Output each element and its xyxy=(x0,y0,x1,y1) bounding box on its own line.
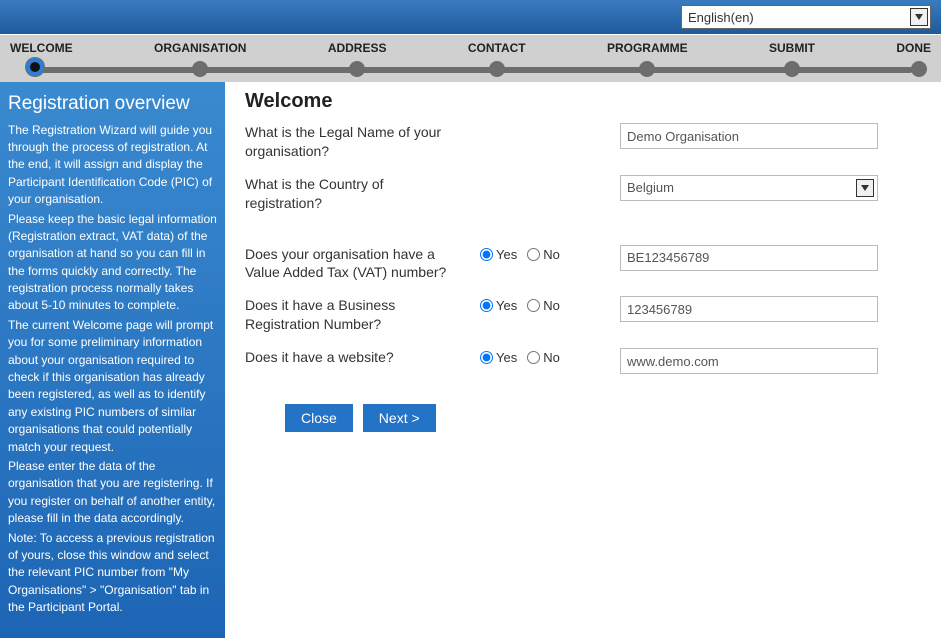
question-website: Does it have a website? xyxy=(245,348,460,367)
website-yes-radio[interactable] xyxy=(480,351,493,364)
step-dot xyxy=(911,61,927,77)
brn-yes-radio[interactable] xyxy=(480,299,493,312)
step-dot xyxy=(639,61,655,77)
website-yes-option[interactable]: Yes xyxy=(480,350,517,365)
website-yesno: Yes No xyxy=(480,348,600,365)
vat-yes-radio[interactable] xyxy=(480,248,493,261)
page-title: Welcome xyxy=(245,90,921,113)
brn-input[interactable] xyxy=(620,296,878,322)
step-dot xyxy=(349,61,365,77)
main-panel: Welcome What is the Legal Name of your o… xyxy=(225,82,941,638)
question-vat: Does your organisation have a Value Adde… xyxy=(245,245,460,283)
step-organisation: ORGANISATION xyxy=(154,41,246,55)
language-dropdown-button[interactable] xyxy=(910,8,928,26)
sidebar-paragraph: Note: To access a previous registration … xyxy=(8,530,217,617)
sidebar-paragraph: The current Welcome page will prompt you… xyxy=(8,317,217,456)
legal-name-input[interactable] xyxy=(620,123,878,149)
country-value: Belgium xyxy=(627,180,674,195)
vat-no-option[interactable]: No xyxy=(527,247,560,262)
question-legal-name: What is the Legal Name of your organisat… xyxy=(245,123,460,161)
chevron-down-icon xyxy=(861,185,869,191)
sidebar-paragraph: Please keep the basic legal information … xyxy=(8,211,217,315)
sidebar-title: Registration overview xyxy=(8,90,217,118)
sidebar-paragraph: The Registration Wizard will guide you t… xyxy=(8,122,217,209)
brn-no-radio[interactable] xyxy=(527,299,540,312)
progress-steps: WELCOME ORGANISATION ADDRESS CONTACT PRO… xyxy=(0,34,941,82)
step-dot-active xyxy=(26,58,44,76)
country-dropdown-button[interactable] xyxy=(856,179,874,197)
language-value: English(en) xyxy=(688,10,754,25)
question-country: What is the Country of registration? xyxy=(245,175,460,213)
website-no-option[interactable]: No xyxy=(527,350,560,365)
close-button[interactable]: Close xyxy=(285,404,353,432)
website-no-radio[interactable] xyxy=(527,351,540,364)
step-dot xyxy=(192,61,208,77)
step-submit: SUBMIT xyxy=(769,41,815,55)
vat-yesno: Yes No xyxy=(480,245,600,262)
brn-yes-option[interactable]: Yes xyxy=(480,298,517,313)
step-dot xyxy=(489,61,505,77)
step-address: ADDRESS xyxy=(328,41,387,55)
step-dot xyxy=(784,61,800,77)
progress-line xyxy=(28,67,913,73)
sidebar-paragraph: Please enter the data of the organisatio… xyxy=(8,458,217,528)
wizard-buttons: Close Next > xyxy=(245,404,921,432)
step-programme: PROGRAMME xyxy=(607,41,688,55)
top-bar: English(en) xyxy=(0,0,941,34)
country-select[interactable]: Belgium xyxy=(620,175,878,201)
language-selector[interactable]: English(en) xyxy=(681,5,931,29)
sidebar-overview: Registration overview The Registration W… xyxy=(0,82,225,638)
step-contact: CONTACT xyxy=(468,41,526,55)
chevron-down-icon xyxy=(915,14,923,20)
brn-no-option[interactable]: No xyxy=(527,298,560,313)
brn-yesno: Yes No xyxy=(480,296,600,313)
next-button[interactable]: Next > xyxy=(363,404,436,432)
vat-input[interactable] xyxy=(620,245,878,271)
step-done: DONE xyxy=(896,41,931,55)
step-welcome: WELCOME xyxy=(10,41,73,55)
question-brn: Does it have a Business Registration Num… xyxy=(245,296,460,334)
vat-yes-option[interactable]: Yes xyxy=(480,247,517,262)
vat-no-radio[interactable] xyxy=(527,248,540,261)
website-input[interactable] xyxy=(620,348,878,374)
